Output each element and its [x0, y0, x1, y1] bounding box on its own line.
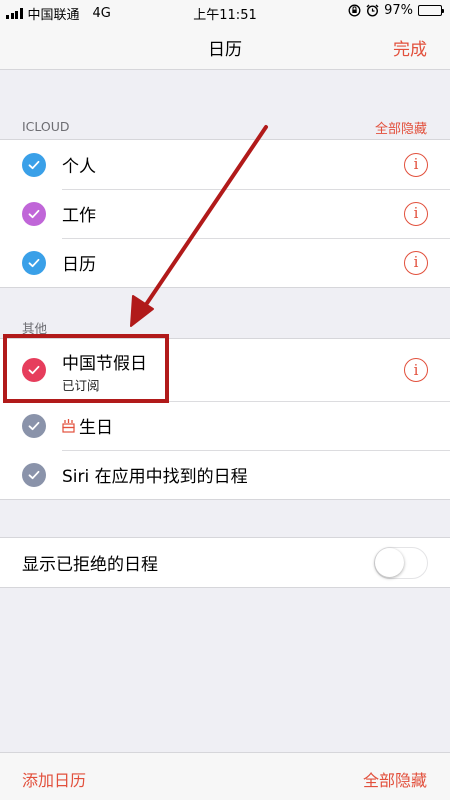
orientation-lock-icon — [348, 4, 361, 17]
show-declined-events-row: 显示已拒绝的日程 — [0, 538, 450, 587]
status-bar: 中国联通 4G 上午11:51 97% — [0, 0, 450, 24]
done-button[interactable]: 完成 — [393, 35, 427, 60]
alarm-clock-icon — [366, 4, 379, 17]
calendar-item-calendar[interactable]: 日历 i — [0, 238, 450, 287]
battery-percent: 97% — [384, 3, 413, 18]
battery-icon — [418, 5, 444, 16]
calendar-item-label: 个人 — [62, 157, 96, 177]
navigation-bar: 日历 完成 — [0, 24, 450, 70]
calendar-item-personal[interactable]: 个人 i — [0, 140, 450, 189]
toggle-knob — [375, 547, 404, 577]
checkmark-icon[interactable] — [22, 201, 46, 226]
show-declined-events-toggle[interactable] — [374, 546, 428, 579]
icloud-section-header: ICLOUD — [22, 119, 70, 134]
checkmark-icon[interactable] — [22, 250, 46, 275]
birthday-cake-icon — [62, 419, 75, 433]
hide-all-button[interactable]: 全部隐藏 — [363, 767, 427, 791]
calendars-screen: 中国联通 4G 上午11:51 97% 日历 完成 ICLOUD 全部隐藏 个人… — [0, 0, 450, 800]
info-icon[interactable]: i — [404, 201, 428, 226]
calendar-item-label: Siri 在应用中找到的日程 — [62, 467, 248, 487]
calendar-item-work[interactable]: 工作 i — [0, 189, 450, 238]
show-declined-events-label: 显示已拒绝的日程 — [22, 555, 158, 575]
annotation-highlight-box — [3, 334, 169, 403]
checkmark-icon[interactable] — [22, 152, 46, 177]
add-calendar-button[interactable]: 添加日历 — [22, 767, 86, 791]
calendar-item-label: 日历 — [62, 255, 96, 275]
calendar-item-siri-found[interactable]: Siri 在应用中找到的日程 — [0, 450, 450, 499]
status-right: 97% — [348, 3, 444, 18]
info-icon[interactable]: i — [404, 358, 428, 382]
info-icon[interactable]: i — [404, 250, 428, 275]
icloud-calendar-list: 个人 i 工作 i 日历 i — [0, 139, 450, 288]
calendar-item-label: 工作 — [62, 206, 96, 226]
calendar-item-label: 生日 — [79, 418, 113, 438]
declined-events-list: 显示已拒绝的日程 — [0, 537, 450, 588]
page-title: 日历 — [208, 40, 242, 60]
bottom-toolbar: 添加日历 全部隐藏 — [0, 752, 450, 800]
checkmark-icon[interactable] — [22, 413, 46, 438]
icloud-hide-all-button[interactable]: 全部隐藏 — [375, 118, 427, 137]
info-icon[interactable]: i — [404, 152, 428, 177]
calendar-item-birthdays[interactable]: 生日 — [0, 401, 450, 450]
checkmark-icon[interactable] — [22, 462, 46, 487]
